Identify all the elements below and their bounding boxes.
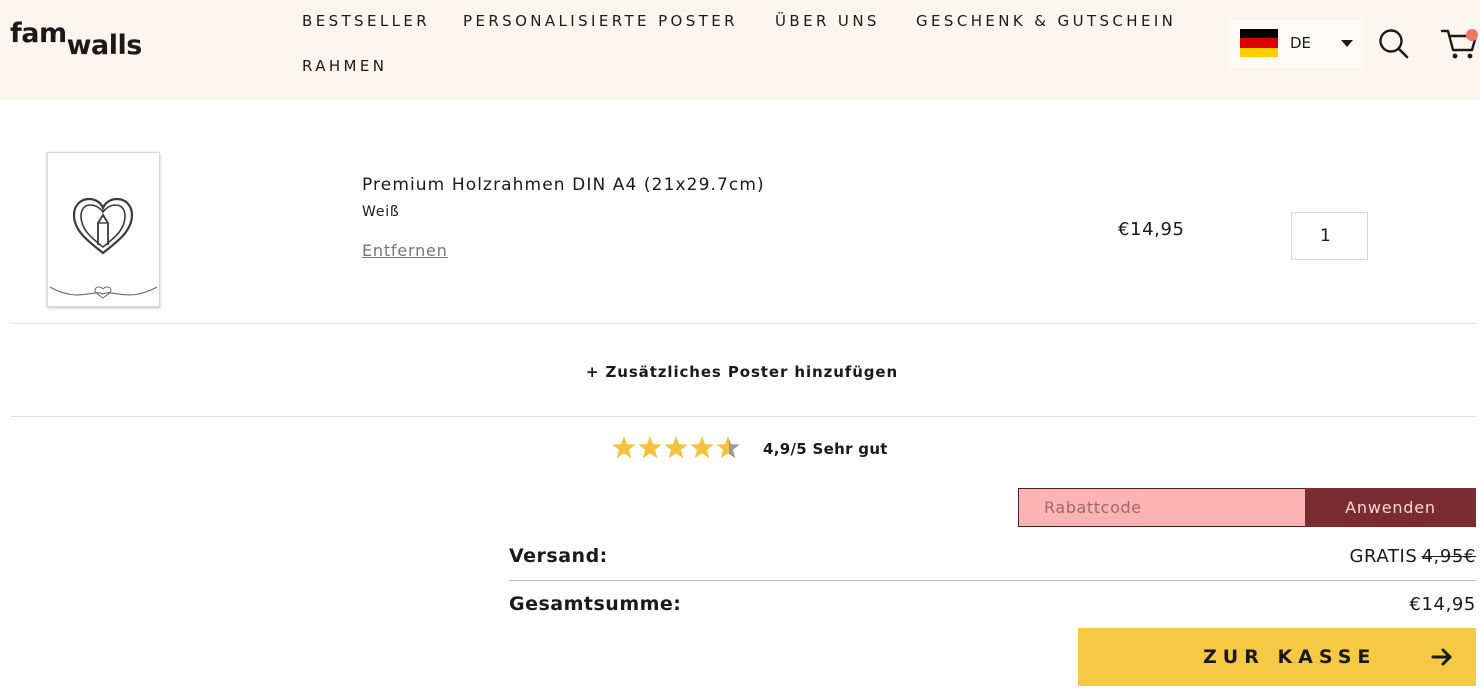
checkout-label: ZUR KASSE xyxy=(1203,646,1377,668)
famwalls-logo[interactable]: famwalls xyxy=(10,18,142,61)
remove-item-link[interactable]: Entfernen xyxy=(362,241,448,260)
logo-part-fam: fam xyxy=(10,18,67,49)
cart-badge xyxy=(1466,29,1478,41)
divider xyxy=(10,323,1476,324)
cart-item-title[interactable]: Premium Holzrahmen DIN A4 (21x29.7cm) xyxy=(362,175,765,195)
product-thumbnail[interactable] xyxy=(47,152,160,307)
cart-item-variant: Weiß xyxy=(362,204,400,220)
nav-item-geschenk-gutschein[interactable]: GESCHENK & GUTSCHEIN xyxy=(916,12,1176,30)
language-code: DE xyxy=(1290,34,1312,52)
discount-code-input[interactable] xyxy=(1018,488,1306,527)
nav-item-bestseller[interactable]: BESTSELLER xyxy=(302,12,430,30)
heart-pencil-icon xyxy=(49,197,158,299)
star-icon xyxy=(638,436,662,459)
cart-item-price: €14,95 xyxy=(1118,219,1185,240)
logo-part-walls: walls xyxy=(66,30,143,61)
search-icon[interactable] xyxy=(1378,28,1410,60)
nav-item-rahmen[interactable]: RAHMEN xyxy=(302,57,387,75)
apply-discount-button[interactable]: Anwenden xyxy=(1305,488,1476,527)
nav-item-ueber-uns[interactable]: ÜBER UNS xyxy=(775,12,880,30)
nav-item-personalisierte-poster[interactable]: PERSONALISIERTE POSTER xyxy=(463,12,738,30)
shipping-label: Versand: xyxy=(509,545,608,567)
total-label: Gesamtsumme: xyxy=(509,593,682,615)
rating-stars xyxy=(612,436,740,459)
chevron-down-icon xyxy=(1341,40,1353,47)
star-icon xyxy=(612,436,636,459)
half-star-icon xyxy=(716,436,740,459)
add-poster-link[interactable]: + Zusätzliches Poster hinzufügen xyxy=(0,363,1480,381)
total-value: €14,95 xyxy=(1409,594,1476,615)
checkout-button[interactable]: ZUR KASSE xyxy=(1078,628,1476,686)
divider xyxy=(509,580,1476,581)
shipping-free-text: GRATIS xyxy=(1349,546,1418,567)
star-icon xyxy=(690,436,714,459)
quantity-input[interactable] xyxy=(1291,212,1368,260)
rating-text: 4,9/5 Sehr gut xyxy=(763,440,888,458)
arrow-right-icon xyxy=(1431,648,1452,666)
star-icon xyxy=(664,436,688,459)
shipping-old-price: 4,95€ xyxy=(1421,546,1476,567)
german-flag-icon xyxy=(1240,29,1278,57)
language-selector[interactable]: DE xyxy=(1228,20,1364,68)
site-header: famwalls BESTSELLER PERSONALISIERTE POST… xyxy=(0,0,1480,100)
divider xyxy=(10,416,1476,417)
shipping-value: GRATIS 4,95€ xyxy=(1349,546,1476,567)
